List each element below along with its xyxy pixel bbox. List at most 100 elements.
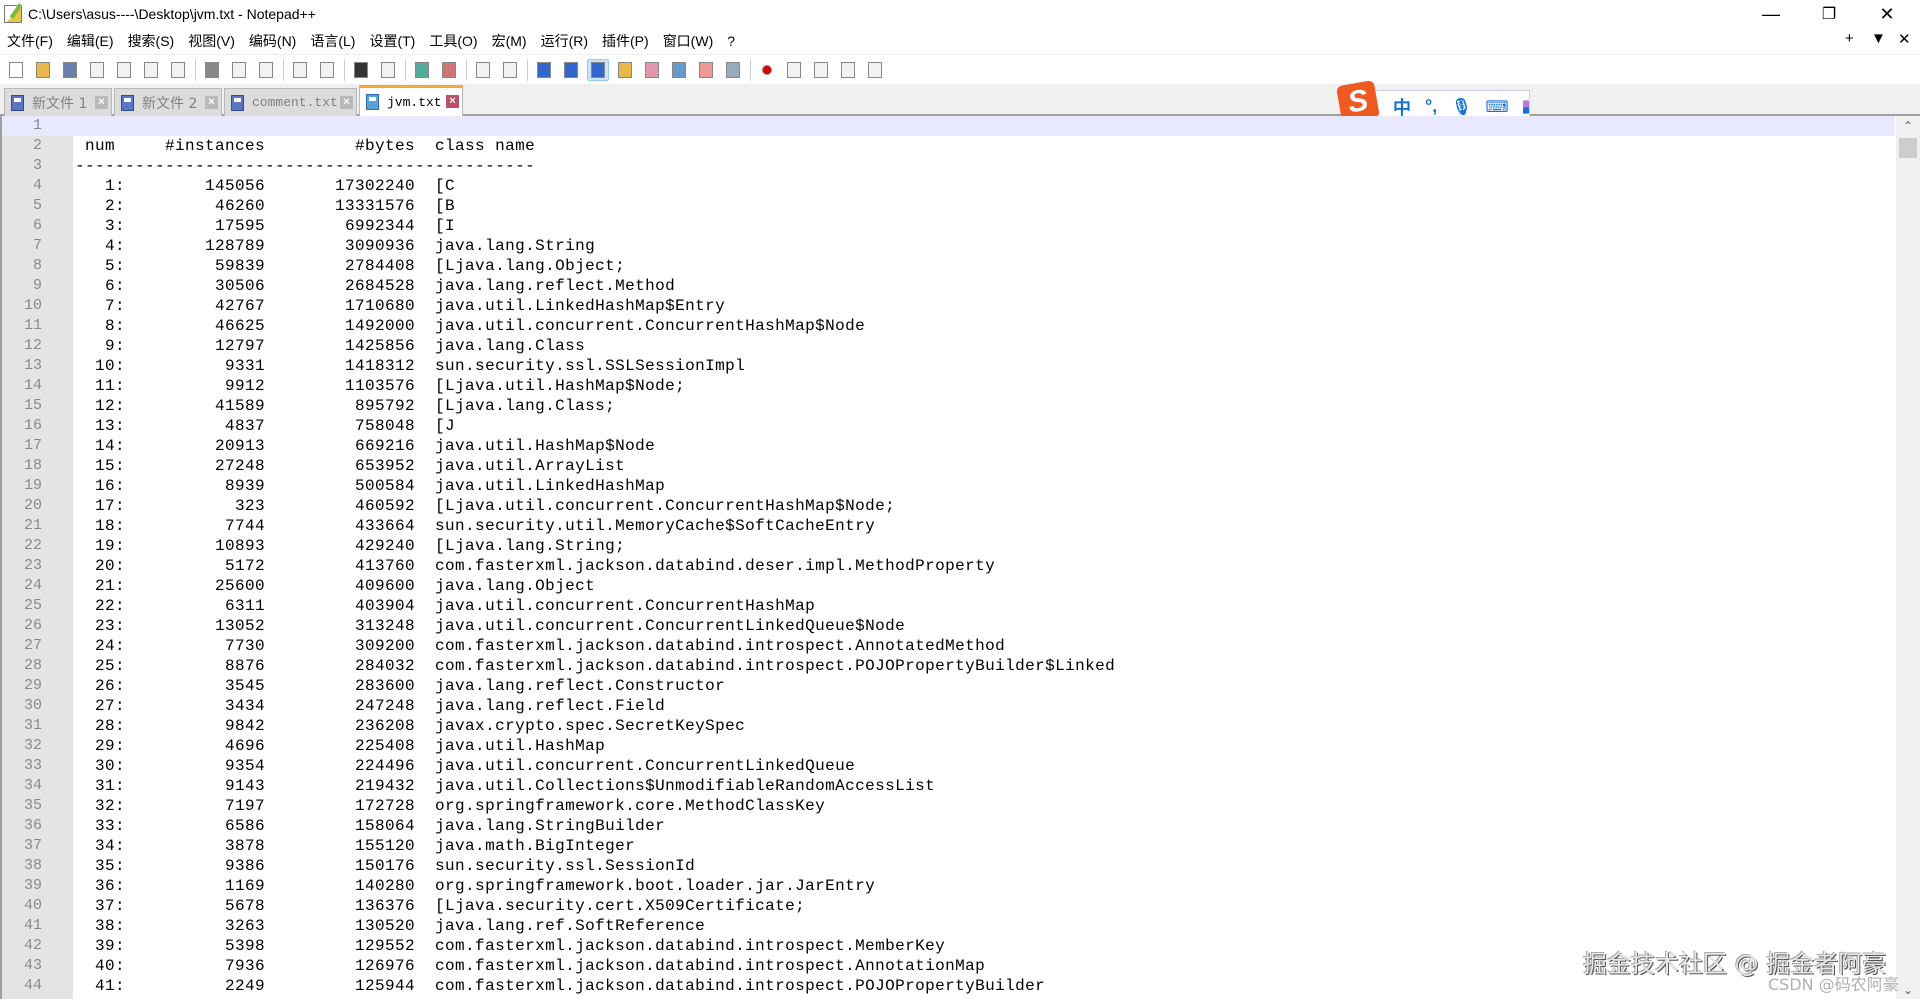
histogram-row[interactable]: 24 21: 25600 409600 java.lang.Object: [2, 576, 1895, 596]
line-text[interactable]: 12: 41589 895792 [Ljava.lang.Class;: [75, 396, 615, 416]
menu-item[interactable]: 编辑(E): [60, 31, 121, 51]
scrollbar-thumb[interactable]: [1899, 138, 1917, 158]
menu-item[interactable]: 窗口(W): [656, 31, 721, 51]
tab-list-dropdown[interactable]: ▼: [1871, 30, 1886, 47]
histogram-row[interactable]: 31 28: 9842 236208 javax.crypto.spec.Sec…: [2, 716, 1895, 736]
histogram-row[interactable]: 36 33: 6586 158064 java.lang.StringBuild…: [2, 816, 1895, 836]
replace-button[interactable]: [377, 59, 399, 81]
menu-item[interactable]: 文件(F): [0, 31, 60, 51]
line-text[interactable]: 20: 5172 413760 com.fasterxml.jackson.da…: [75, 556, 995, 576]
line-text[interactable]: 37: 5678 136376 [Ljava.security.cert.X50…: [75, 896, 805, 916]
line-text[interactable]: 23: 13052 313248 java.util.concurrent.Co…: [75, 616, 905, 636]
line-text[interactable]: 8: 46625 1492000 java.util.concurrent.Co…: [75, 316, 865, 336]
line-text[interactable]: 40: 7936 126976 com.fasterxml.jackson.da…: [75, 956, 985, 976]
word-wrap-button[interactable]: [533, 59, 555, 81]
function-list-button[interactable]: [668, 59, 690, 81]
line-text[interactable]: 27: 3434 247248 java.lang.reflect.Field: [75, 696, 665, 716]
line-text[interactable]: 33: 6586 158064 java.lang.StringBuilder: [75, 816, 665, 836]
histogram-row[interactable]: 44 41: 2249 125944 com.fasterxml.jackson…: [2, 976, 1895, 996]
tab-2[interactable]: 新文件 2 ×: [114, 88, 222, 116]
minimize-button[interactable]: —: [1742, 0, 1800, 28]
line-text[interactable]: 29: 4696 225408 java.util.HashMap: [75, 736, 605, 756]
histogram-row[interactable]: 15 12: 41589 895792 [Ljava.lang.Class;: [2, 396, 1895, 416]
close-all-button[interactable]: [140, 59, 162, 81]
histogram-row[interactable]: 34 31: 9143 219432 java.util.Collections…: [2, 776, 1895, 796]
menu-item[interactable]: 设置(T): [362, 31, 422, 51]
line-text[interactable]: 19: 10893 429240 [Ljava.lang.String;: [75, 536, 625, 556]
line-text[interactable]: 24: 7730 309200 com.fasterxml.jackson.da…: [75, 636, 1005, 656]
doc-map-button[interactable]: [641, 59, 663, 81]
line-text[interactable]: 32: 7197 172728 org.springframework.core…: [75, 796, 825, 816]
line-text[interactable]: 41: 2249 125944 com.fasterxml.jackson.da…: [75, 976, 1045, 996]
histogram-row[interactable]: 11 8: 46625 1492000 java.util.concurrent…: [2, 316, 1895, 336]
close-button[interactable]: [113, 59, 135, 81]
play-macro-button[interactable]: [810, 59, 832, 81]
menu-item[interactable]: 运行(R): [534, 31, 595, 51]
save-all-button[interactable]: [86, 59, 108, 81]
line-text[interactable]: 3: 17595 6992344 [I: [75, 216, 455, 236]
user-lang-button[interactable]: [614, 59, 636, 81]
histogram-row[interactable]: 25 22: 6311 403904 java.util.concurrent.…: [2, 596, 1895, 616]
scroll-down-button[interactable]: ⌄: [1896, 983, 1920, 997]
close-tab-icon[interactable]: ×: [340, 96, 353, 109]
close-tab-icon[interactable]: ×: [205, 96, 218, 109]
histogram-row[interactable]: 33 30: 9354 224496 java.util.concurrent.…: [2, 756, 1895, 776]
scroll-up-button[interactable]: ⌃: [1896, 116, 1920, 136]
close-document-button[interactable]: ✕: [1898, 30, 1911, 48]
line-text[interactable]: 25: 8876 284032 com.fasterxml.jackson.da…: [75, 656, 1115, 676]
line-text[interactable]: 16: 8939 500584 java.util.LinkedHashMap: [75, 476, 665, 496]
histogram-row[interactable]: 26 23: 13052 313248 java.util.concurrent…: [2, 616, 1895, 636]
vertical-scrollbar[interactable]: ⌃ ⌄: [1896, 116, 1920, 999]
save-macro-button[interactable]: [864, 59, 886, 81]
menu-item[interactable]: 语言(L): [303, 31, 362, 51]
paste-button[interactable]: [255, 59, 277, 81]
histogram-row[interactable]: 41 38: 3263 130520 java.lang.ref.SoftRef…: [2, 916, 1895, 936]
close-tab-icon[interactable]: ×: [95, 96, 108, 109]
sync-horizontal-button[interactable]: [499, 59, 521, 81]
zoom-out-button[interactable]: [438, 59, 460, 81]
redo-button[interactable]: [316, 59, 338, 81]
histogram-row[interactable]: 5 2: 46260 13331576 [B: [2, 196, 1895, 216]
record-macro-button[interactable]: [756, 59, 778, 81]
line-text[interactable]: 11: 9912 1103576 [Ljava.util.HashMap$Nod…: [75, 376, 685, 396]
histogram-row[interactable]: 16 13: 4837 758048 [J: [2, 416, 1895, 436]
histogram-row[interactable]: 27 24: 7730 309200 com.fasterxml.jackson…: [2, 636, 1895, 656]
line-text[interactable]: 26: 3545 283600 java.lang.reflect.Constr…: [75, 676, 725, 696]
line-text[interactable]: ----------------------------------------…: [75, 156, 535, 176]
histogram-row[interactable]: 40 37: 5678 136376 [Ljava.security.cert.…: [2, 896, 1895, 916]
save-button[interactable]: [59, 59, 81, 81]
monitor-button[interactable]: [722, 59, 744, 81]
histogram-row[interactable]: 37 34: 3878 155120 java.math.BigInteger: [2, 836, 1895, 856]
copy-button[interactable]: [228, 59, 250, 81]
undo-button[interactable]: [289, 59, 311, 81]
separator-line[interactable]: 3 ---------------------------------------…: [2, 156, 1895, 176]
histogram-row[interactable]: 10 7: 42767 1710680 java.util.LinkedHash…: [2, 296, 1895, 316]
histogram-row[interactable]: 30 27: 3434 247248 java.lang.reflect.Fie…: [2, 696, 1895, 716]
histogram-row[interactable]: 22 19: 10893 429240 [Ljava.lang.String;: [2, 536, 1895, 556]
line-text[interactable]: 7: 42767 1710680 java.util.LinkedHashMap…: [75, 296, 725, 316]
histogram-row[interactable]: 35 32: 7197 172728 org.springframework.c…: [2, 796, 1895, 816]
histogram-row[interactable]: 19 16: 8939 500584 java.util.LinkedHashM…: [2, 476, 1895, 496]
line-text[interactable]: 4: 128789 3090936 java.lang.String: [75, 236, 595, 256]
menu-item[interactable]: 编码(N): [242, 31, 303, 51]
histogram-row[interactable]: 7 4: 128789 3090936 java.lang.String: [2, 236, 1895, 256]
line-text[interactable]: 28: 9842 236208 javax.crypto.spec.Secret…: [75, 716, 745, 736]
line-text[interactable]: num #instances #bytes class name: [75, 136, 535, 156]
histogram-row[interactable]: 38 35: 9386 150176 sun.security.ssl.Sess…: [2, 856, 1895, 876]
line-text[interactable]: 21: 25600 409600 java.lang.Object: [75, 576, 595, 596]
new-file-button[interactable]: [5, 59, 27, 81]
menu-item[interactable]: ?: [720, 33, 742, 49]
histogram-row[interactable]: 9 6: 30506 2684528 java.lang.reflect.Met…: [2, 276, 1895, 296]
find-button[interactable]: [350, 59, 372, 81]
histogram-row[interactable]: 23 20: 5172 413760 com.fasterxml.jackson…: [2, 556, 1895, 576]
line-text[interactable]: 36: 1169 140280 org.springframework.boot…: [75, 876, 875, 896]
line-text[interactable]: 15: 27248 653952 java.util.ArrayList: [75, 456, 625, 476]
menu-item[interactable]: 工具(O): [422, 31, 484, 51]
close-tab-icon[interactable]: ×: [446, 95, 459, 108]
histogram-row[interactable]: 18 15: 27248 653952 java.util.ArrayList: [2, 456, 1895, 476]
histogram-row[interactable]: 39 36: 1169 140280 org.springframework.b…: [2, 876, 1895, 896]
zoom-in-button[interactable]: [411, 59, 433, 81]
histogram-row[interactable]: 6 3: 17595 6992344 [I: [2, 216, 1895, 236]
mic-icon[interactable]: 🎙: [1451, 97, 1471, 117]
new-tab-button[interactable]: +: [1845, 30, 1854, 47]
